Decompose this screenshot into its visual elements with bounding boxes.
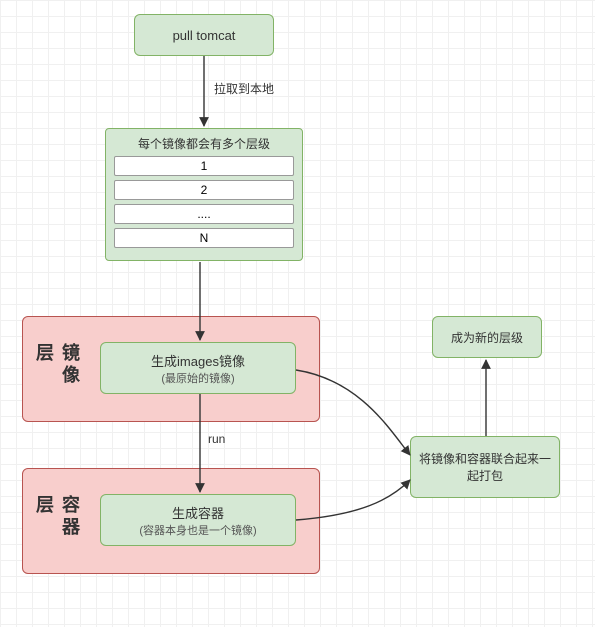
node-combine: 将镜像和容器联合起来一起打包 bbox=[410, 436, 560, 498]
container-image-layer-label: 镜像层 bbox=[31, 343, 83, 395]
container-container-layer-label: 容器层 bbox=[31, 495, 83, 547]
node-gen-container: 生成容器 (容器本身也是一个镜像) bbox=[100, 494, 296, 546]
layer-item: N bbox=[114, 228, 294, 248]
edge-label-run: run bbox=[208, 432, 225, 446]
node-combine-label: 将镜像和容器联合起来一起打包 bbox=[417, 450, 553, 484]
layer-item: 1 bbox=[114, 156, 294, 176]
node-gen-images-line2: (最原始的镜像) bbox=[161, 370, 234, 386]
layers-box-title: 每个镜像都会有多个层级 bbox=[114, 135, 294, 152]
node-gen-container-line2: (容器本身也是一个镜像) bbox=[139, 522, 256, 538]
node-gen-container-line1: 生成容器 bbox=[172, 503, 224, 522]
node-gen-images-line1: 生成images镜像 bbox=[151, 351, 245, 370]
node-pull-tomcat: pull tomcat bbox=[134, 14, 274, 56]
node-pull-tomcat-label: pull tomcat bbox=[173, 28, 236, 43]
layer-item: .... bbox=[114, 204, 294, 224]
node-gen-images: 生成images镜像 (最原始的镜像) bbox=[100, 342, 296, 394]
edge-label-pull-to-layers: 拉取到本地 bbox=[214, 80, 274, 97]
node-new-layer-label: 成为新的层级 bbox=[451, 329, 523, 346]
node-new-layer: 成为新的层级 bbox=[432, 316, 542, 358]
layer-item: 2 bbox=[114, 180, 294, 200]
node-layers-box: 每个镜像都会有多个层级 1 2 .... N bbox=[105, 128, 303, 261]
